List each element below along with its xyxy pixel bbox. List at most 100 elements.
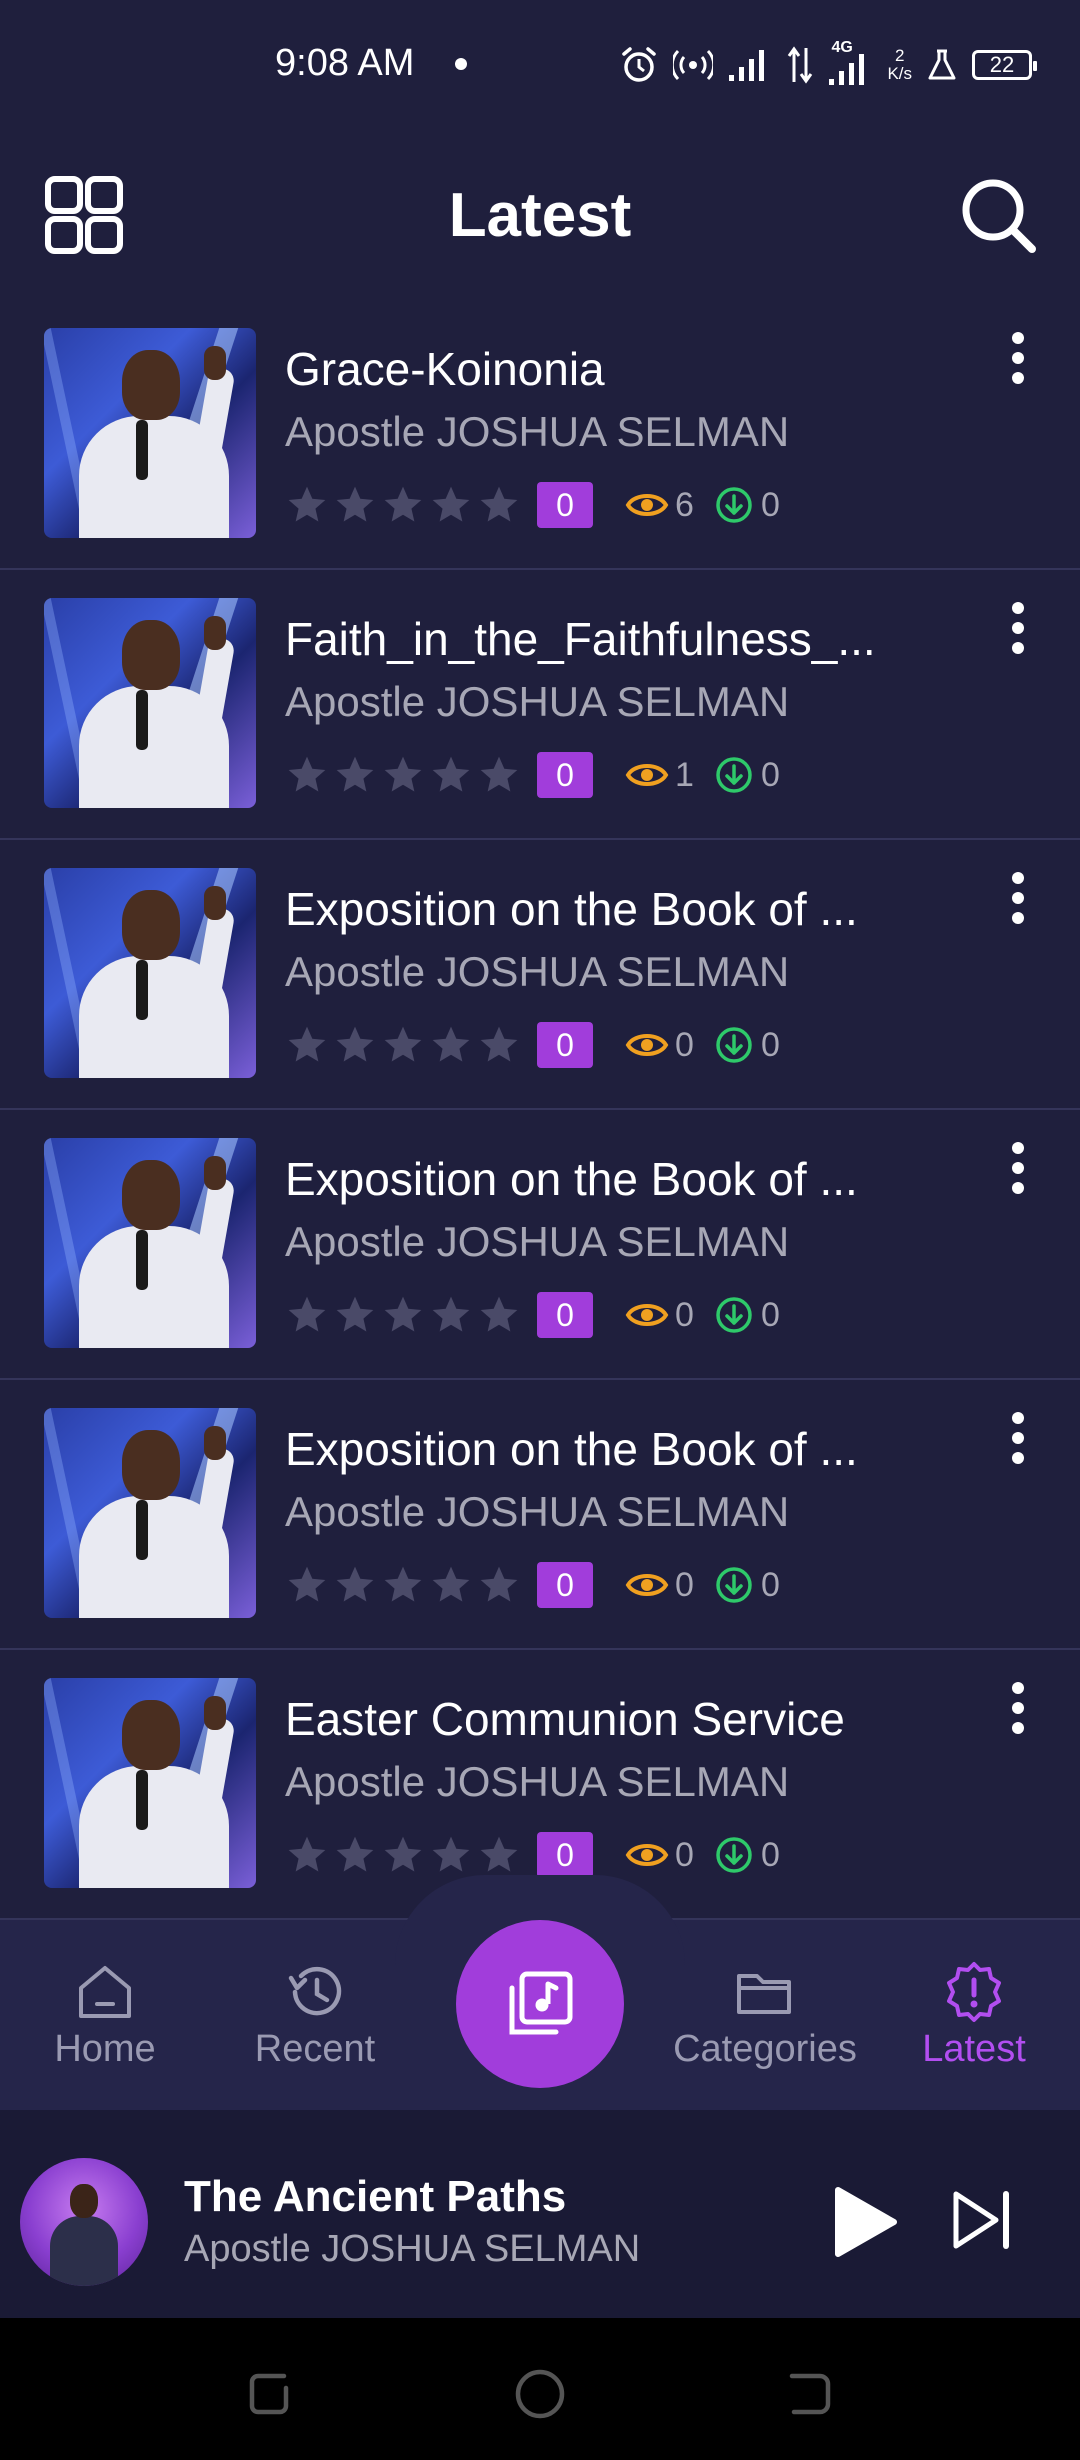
sermon-title[interactable]: Exposition on the Book of ...: [285, 1422, 945, 1476]
views-count: 1: [675, 755, 694, 794]
views-count: 0: [675, 1295, 694, 1334]
rating-stars[interactable]: [285, 1833, 521, 1877]
now-playing-title[interactable]: The Ancient Paths: [184, 2172, 566, 2222]
sermon-thumbnail[interactable]: [44, 1678, 256, 1888]
rating-stars[interactable]: [285, 1293, 521, 1337]
sermon-thumbnail[interactable]: [44, 1408, 256, 1618]
star-icon[interactable]: [285, 753, 329, 797]
star-icon[interactable]: [333, 1023, 377, 1067]
rating-stars[interactable]: [285, 1023, 521, 1067]
star-icon[interactable]: [381, 1023, 425, 1067]
sermon-title[interactable]: Easter Communion Service: [285, 1692, 945, 1746]
star-icon[interactable]: [285, 1563, 329, 1607]
sermon-thumbnail[interactable]: [44, 868, 256, 1078]
more-vertical-icon[interactable]: [1006, 600, 1030, 656]
more-vertical-icon[interactable]: [1006, 330, 1030, 386]
nav-recent[interactable]: Recent: [215, 1960, 415, 2071]
eye-icon: [625, 494, 669, 516]
download-icon: [716, 1027, 752, 1063]
star-icon[interactable]: [285, 483, 329, 527]
views-count: 0: [675, 1025, 694, 1064]
download-icon: [716, 1837, 752, 1873]
more-vertical-icon[interactable]: [1006, 1140, 1030, 1196]
star-icon[interactable]: [333, 753, 377, 797]
badge-alert-icon: [947, 1962, 1001, 2022]
star-icon[interactable]: [429, 753, 473, 797]
sermon-list-item[interactable]: Grace-Koinonia Apostle JOSHUA SELMAN 0 6…: [0, 300, 1080, 570]
sermon-list-item[interactable]: Faith_in_the_Faithfulness_... Apostle JO…: [0, 570, 1080, 840]
nav-categories[interactable]: Categories: [665, 1960, 865, 2071]
download-icon: [716, 1297, 752, 1333]
more-vertical-icon[interactable]: [1006, 870, 1030, 926]
star-icon[interactable]: [381, 1293, 425, 1337]
star-icon[interactable]: [477, 1023, 521, 1067]
bottom-navigation: Home Recent Categories Latest: [0, 1875, 1080, 2110]
star-icon[interactable]: [429, 1563, 473, 1607]
sermon-title[interactable]: Exposition on the Book of ...: [285, 882, 945, 936]
skip-next-icon[interactable]: [950, 2188, 1016, 2252]
views-count: 0: [675, 1835, 694, 1874]
search-icon[interactable]: [958, 175, 1038, 255]
sermon-list: Grace-Koinonia Apostle JOSHUA SELMAN 0 6…: [0, 300, 1080, 1920]
downloads-count: 0: [761, 1565, 780, 1604]
star-icon[interactable]: [333, 1293, 377, 1337]
star-icon[interactable]: [333, 1833, 377, 1877]
now-playing-artwork[interactable]: [20, 2158, 148, 2286]
sermon-title[interactable]: Faith_in_the_Faithfulness_...: [285, 612, 945, 666]
star-icon[interactable]: [429, 483, 473, 527]
music-library-button[interactable]: [456, 1920, 624, 2088]
star-icon[interactable]: [381, 1833, 425, 1877]
star-icon[interactable]: [285, 1023, 329, 1067]
recents-icon[interactable]: [244, 2366, 300, 2422]
play-icon[interactable]: [830, 2184, 900, 2260]
sermon-thumbnail[interactable]: [44, 328, 256, 538]
eye-icon: [625, 1034, 669, 1056]
star-icon[interactable]: [381, 1563, 425, 1607]
star-icon[interactable]: [381, 753, 425, 797]
app-header: Latest: [0, 150, 1080, 280]
star-icon[interactable]: [285, 1293, 329, 1337]
more-vertical-icon[interactable]: [1006, 1410, 1030, 1466]
sermon-thumbnail[interactable]: [44, 598, 256, 808]
star-icon[interactable]: [477, 753, 521, 797]
star-icon[interactable]: [285, 1833, 329, 1877]
sermon-meta: 0 1 0: [285, 750, 780, 800]
sermon-meta: 0 0 0: [285, 1020, 780, 1070]
star-icon[interactable]: [477, 1293, 521, 1337]
star-icon[interactable]: [381, 483, 425, 527]
nav-label: Latest: [922, 2028, 1026, 2070]
sermon-title[interactable]: Exposition on the Book of ...: [285, 1152, 945, 1206]
mini-player[interactable]: The Ancient Paths Apostle JOSHUA SELMAN: [0, 2110, 1080, 2318]
nav-latest[interactable]: Latest: [874, 1960, 1074, 2071]
sermon-thumbnail[interactable]: [44, 1138, 256, 1348]
star-icon[interactable]: [429, 1023, 473, 1067]
rating-badge: 0: [537, 1022, 593, 1068]
downloads-count: 0: [761, 1295, 780, 1334]
rating-stars[interactable]: [285, 1563, 521, 1607]
home-button-icon[interactable]: [512, 2366, 568, 2422]
sermon-meta: 0 0 0: [285, 1290, 780, 1340]
data-transfer-icon: [788, 46, 813, 84]
home-icon: [79, 1966, 131, 2018]
sermon-list-item[interactable]: Exposition on the Book of ... Apostle JO…: [0, 840, 1080, 1110]
sermon-list-item[interactable]: Exposition on the Book of ... Apostle JO…: [0, 1380, 1080, 1650]
music-library-icon: [509, 1971, 573, 2035]
nav-home[interactable]: Home: [5, 1960, 205, 2071]
star-icon[interactable]: [477, 1833, 521, 1877]
status-icons: 4G 2 K/s 22: [619, 39, 1037, 90]
sermon-list-item[interactable]: Exposition on the Book of ... Apostle JO…: [0, 1110, 1080, 1380]
star-icon[interactable]: [477, 1563, 521, 1607]
star-icon[interactable]: [429, 1833, 473, 1877]
star-icon[interactable]: [333, 1563, 377, 1607]
star-icon[interactable]: [333, 483, 377, 527]
rating-stars[interactable]: [285, 753, 521, 797]
rating-stars[interactable]: [285, 483, 521, 527]
eye-icon: [625, 1574, 669, 1596]
back-icon[interactable]: [780, 2366, 836, 2422]
sermon-author: Apostle JOSHUA SELMAN: [285, 1758, 790, 1805]
star-icon[interactable]: [477, 483, 521, 527]
star-icon[interactable]: [429, 1293, 473, 1337]
sermon-meta: 0 6 0: [285, 480, 780, 530]
sermon-title[interactable]: Grace-Koinonia: [285, 342, 945, 396]
more-vertical-icon[interactable]: [1006, 1680, 1030, 1736]
